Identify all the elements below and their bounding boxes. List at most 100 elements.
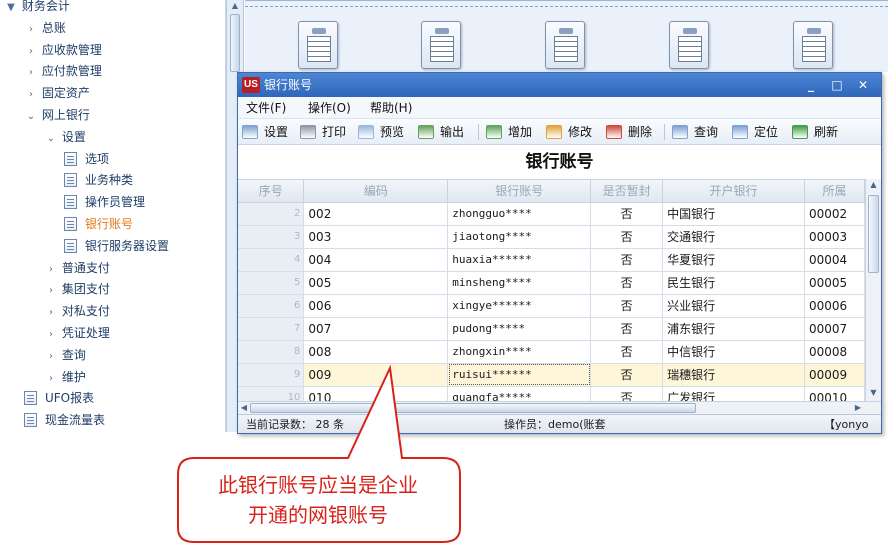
- table-cell[interactable]: 瑞穗银行: [662, 363, 805, 387]
- toolbar-button[interactable]: 删除: [606, 122, 652, 142]
- column-header[interactable]: 是否暂封: [590, 180, 664, 203]
- table-cell[interactable]: pudong*****: [447, 317, 592, 341]
- scrollbar-thumb[interactable]: [868, 195, 879, 273]
- sidebar-item[interactable]: › 凭证处理: [44, 323, 110, 343]
- table-horizontal-scrollbar[interactable]: ◀ ▶: [238, 401, 881, 414]
- sidebar-item[interactable]: UFO报表: [24, 388, 94, 408]
- toolbar-button[interactable]: 查询: [672, 122, 718, 142]
- table-cell[interactable]: 00009: [804, 363, 865, 387]
- table-cell[interactable]: huaxia******: [447, 248, 592, 272]
- table-row[interactable]: 10 010 guangfa***** 否广发银行 00010: [238, 386, 865, 401]
- sidebar-item[interactable]: › 应付款管理: [24, 61, 102, 81]
- toolbar-button[interactable]: 刷新: [792, 122, 838, 142]
- table-row[interactable]: 8 008 zhongxin**** 否中信银行 00008: [238, 340, 865, 364]
- table-cell[interactable]: 8: [238, 340, 305, 364]
- table-cell[interactable]: 浦东银行: [662, 317, 805, 341]
- table-cell[interactable]: minsheng****: [447, 271, 592, 295]
- sidebar-item[interactable]: 银行服务器设置: [64, 236, 169, 256]
- table-cell[interactable]: zhongxin****: [447, 340, 592, 364]
- table-cell[interactable]: 兴业银行: [662, 294, 805, 318]
- table-cell[interactable]: 00004: [804, 248, 865, 272]
- table-cell[interactable]: 民生银行: [662, 271, 805, 295]
- scroll-up-icon[interactable]: ▲: [868, 179, 879, 191]
- sidebar-item[interactable]: ▼ 财务会计: [4, 0, 70, 16]
- column-header[interactable]: 银行账号: [447, 180, 592, 203]
- table-cell[interactable]: 007: [303, 317, 449, 341]
- table-cell[interactable]: 009: [303, 363, 449, 387]
- table-cell[interactable]: 003: [303, 225, 449, 249]
- scroll-up-icon[interactable]: ▲: [229, 0, 241, 12]
- sidebar-item[interactable]: › 总账: [24, 18, 66, 38]
- sidebar-item[interactable]: › 普通支付: [44, 258, 110, 278]
- scroll-right-icon[interactable]: ▶: [852, 402, 864, 414]
- table-vertical-scrollbar[interactable]: ▲ ▼: [865, 179, 881, 401]
- sidebar-item[interactable]: 操作员管理: [64, 192, 145, 212]
- table-cell[interactable]: 00010: [804, 386, 865, 401]
- close-button[interactable]: ✕: [854, 76, 872, 94]
- sidebar-item[interactable]: › 应收款管理: [24, 40, 102, 60]
- table-row[interactable]: 7 007 pudong***** 否浦东银行 00007: [238, 317, 865, 341]
- table-cell[interactable]: 00002: [804, 202, 865, 226]
- window-titlebar[interactable]: US 银行账号 _ □ ✕: [238, 73, 881, 97]
- report-icon[interactable]: [793, 21, 833, 69]
- column-header[interactable]: 所属: [804, 180, 865, 203]
- table-cell[interactable]: 9: [238, 363, 305, 387]
- sidebar-item[interactable]: 银行账号: [64, 214, 133, 234]
- table-row[interactable]: 5 005 minsheng**** 否民生银行 00005: [238, 271, 865, 295]
- table-cell[interactable]: 否: [590, 363, 664, 387]
- table-cell[interactable]: 010: [303, 386, 449, 401]
- table-cell[interactable]: zhongguo****: [447, 202, 592, 226]
- toolbar-button[interactable]: 打印: [300, 122, 346, 142]
- table-cell[interactable]: 6: [238, 294, 305, 318]
- menu-help[interactable]: 帮助(H): [370, 97, 412, 119]
- table-cell[interactable]: 交通银行: [662, 225, 805, 249]
- sidebar-item[interactable]: ⌄ 设置: [44, 127, 86, 147]
- column-header[interactable]: 编码: [303, 180, 449, 203]
- scroll-left-icon[interactable]: ◀: [238, 402, 250, 414]
- table-cell[interactable]: 00003: [804, 225, 865, 249]
- sidebar-item[interactable]: 业务种类: [64, 170, 133, 190]
- menu-operation[interactable]: 操作(O): [308, 97, 351, 119]
- menu-file[interactable]: 文件(F): [246, 97, 286, 119]
- toolbar-button[interactable]: 设置: [242, 122, 288, 142]
- column-header[interactable]: 开户银行: [662, 180, 805, 203]
- report-icon[interactable]: [421, 21, 461, 69]
- report-icon[interactable]: [669, 21, 709, 69]
- table-cell[interactable]: 否: [590, 248, 664, 272]
- table-cell[interactable]: 002: [303, 202, 449, 226]
- table-cell[interactable]: 广发银行: [662, 386, 805, 401]
- table-row[interactable]: 4 004 huaxia****** 否华夏银行 00004: [238, 248, 865, 272]
- table-cell[interactable]: 00008: [804, 340, 865, 364]
- toolbar-button[interactable]: 修改: [546, 122, 592, 142]
- table-row[interactable]: 6 006 xingye****** 否兴业银行 00006: [238, 294, 865, 318]
- maximize-button[interactable]: □: [828, 76, 846, 94]
- table-cell[interactable]: 否: [590, 271, 664, 295]
- minimize-button[interactable]: _: [802, 76, 820, 94]
- sidebar-item[interactable]: › 对私支付: [44, 301, 110, 321]
- table-cell[interactable]: 3: [238, 225, 305, 249]
- table-cell[interactable]: 7: [238, 317, 305, 341]
- table-cell[interactable]: xingye******: [447, 294, 592, 318]
- table-cell[interactable]: 00005: [804, 271, 865, 295]
- table-row[interactable]: 9 009 ruisui****** 否瑞穗银行 00009: [238, 363, 865, 387]
- toolbar-button[interactable]: 预览: [358, 122, 404, 142]
- table-cell[interactable]: 否: [590, 386, 664, 401]
- table-cell[interactable]: 004: [303, 248, 449, 272]
- table-cell[interactable]: 否: [590, 225, 664, 249]
- table-cell[interactable]: 否: [590, 294, 664, 318]
- table-cell[interactable]: 00007: [804, 317, 865, 341]
- sidebar-item[interactable]: › 集团支付: [44, 279, 110, 299]
- table-cell[interactable]: 中信银行: [662, 340, 805, 364]
- sidebar-item[interactable]: › 维护: [44, 367, 86, 387]
- table-cell[interactable]: 2: [238, 202, 305, 226]
- table-cell[interactable]: 00006: [804, 294, 865, 318]
- scrollbar-thumb[interactable]: [250, 403, 696, 413]
- table-cell[interactable]: 5: [238, 271, 305, 295]
- table-cell[interactable]: 008: [303, 340, 449, 364]
- toolbar-button[interactable]: 输出: [418, 122, 464, 142]
- table-cell[interactable]: 否: [590, 317, 664, 341]
- toolbar-button[interactable]: 定位: [732, 122, 778, 142]
- report-icon[interactable]: [298, 21, 338, 69]
- table-cell[interactable]: 华夏银行: [662, 248, 805, 272]
- report-icon[interactable]: [545, 21, 585, 69]
